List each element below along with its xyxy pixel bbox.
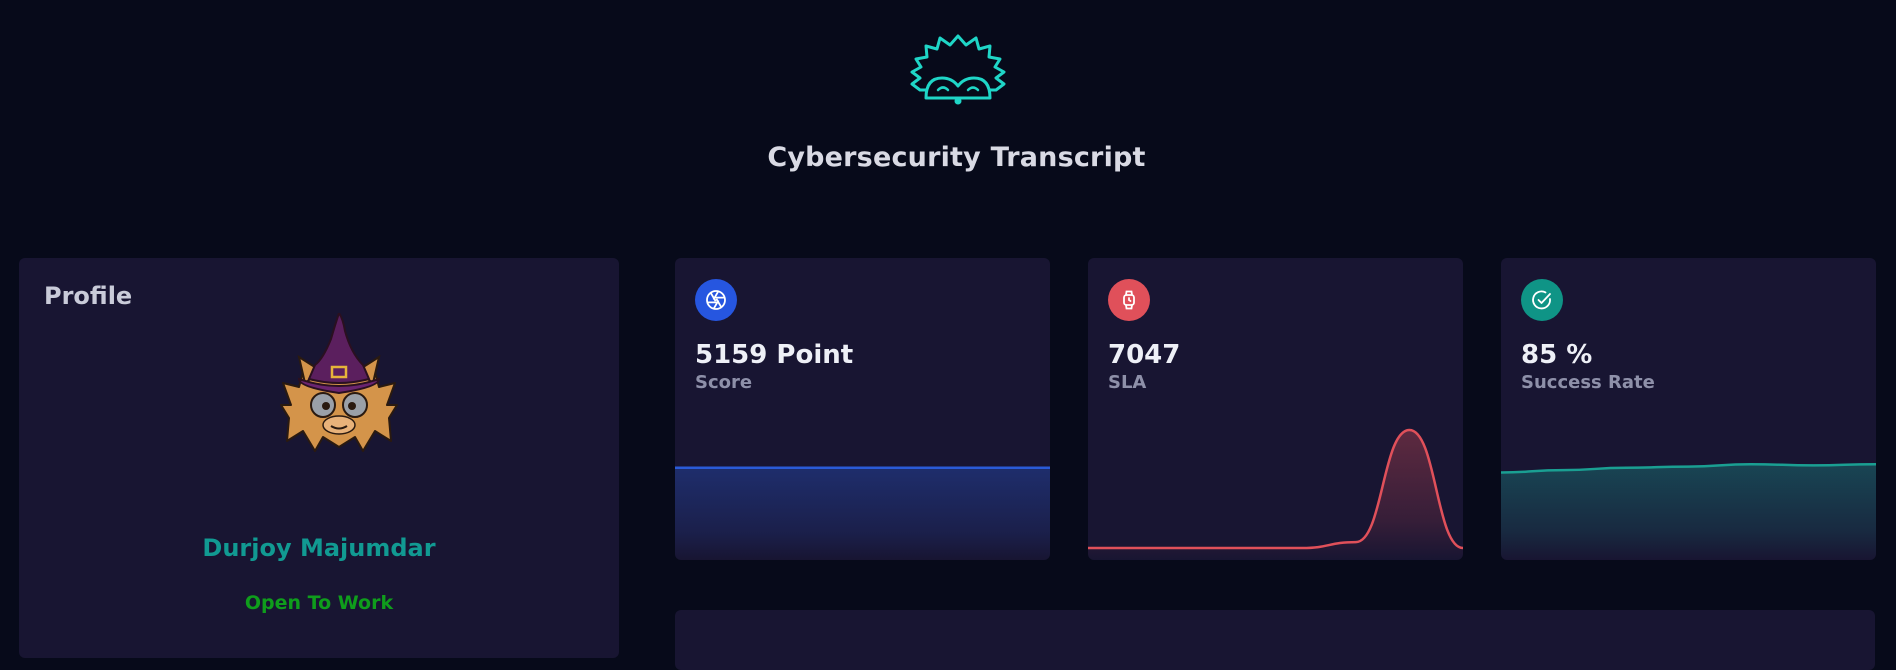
success-rate-card: 85 % Success Rate — [1501, 258, 1876, 560]
success-rate-value: 85 % — [1521, 340, 1593, 370]
sla-card: 7047 SLA — [1088, 258, 1463, 560]
score-value: 5159 Point — [695, 340, 854, 370]
score-sparkline — [675, 466, 1050, 560]
profile-status: Open To Work — [244, 592, 394, 614]
hedgehog-logo-icon — [910, 34, 1006, 105]
profile-card: Profile Durjoy Majumdar Open To Work — [19, 258, 619, 658]
sla-label: SLA — [1108, 372, 1147, 393]
watch-icon — [1108, 279, 1150, 321]
sparkline-area — [1501, 464, 1876, 560]
sla-sparkline — [1088, 428, 1463, 560]
bottom-card — [675, 610, 1875, 670]
profile-name: Durjoy Majumdar — [202, 534, 436, 562]
aperture-icon — [695, 279, 737, 321]
check-circle-icon — [1521, 279, 1563, 321]
success-rate-label: Success Rate — [1521, 372, 1655, 393]
sparkline-area — [1088, 430, 1463, 560]
sparkline-area — [675, 467, 1050, 560]
score-label: Score — [695, 372, 753, 393]
score-card: 5159 Point Score — [675, 258, 1050, 560]
avatar — [280, 313, 398, 452]
success-rate-sparkline — [1501, 462, 1876, 560]
profile-heading: Profile — [44, 282, 133, 310]
page-title: Cybersecurity Transcript — [767, 142, 1146, 173]
sla-value: 7047 — [1108, 340, 1181, 370]
